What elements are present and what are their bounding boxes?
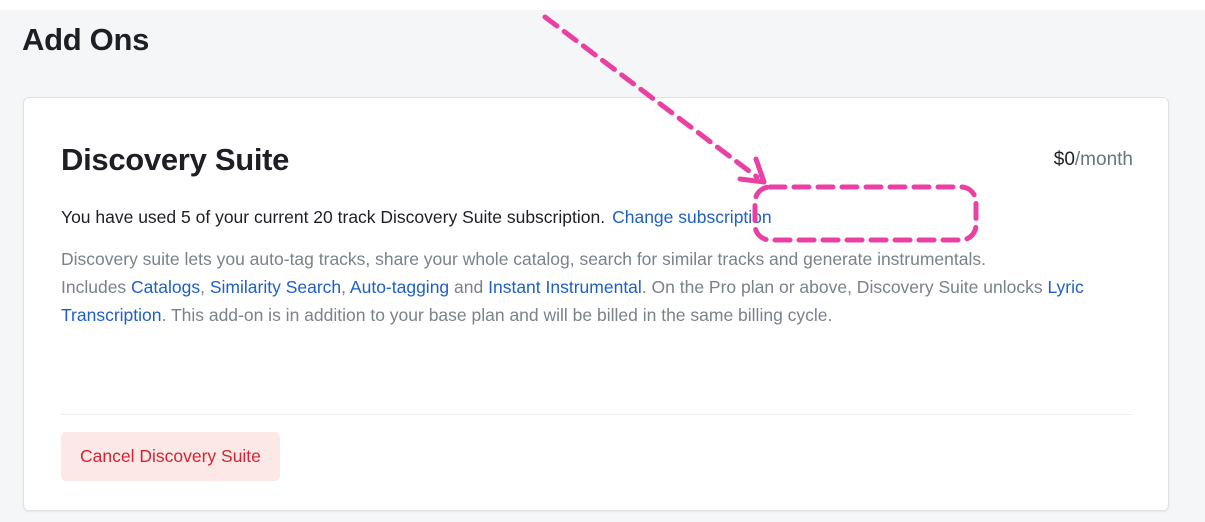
usage-line: You have used 5 of your current 20 track… [61, 205, 772, 229]
instant-instrumental-link[interactable]: Instant Instrumental [488, 277, 642, 297]
change-subscription-link[interactable]: Change subscription [612, 207, 772, 227]
card-divider [61, 414, 1133, 415]
section-title: Add Ons [22, 22, 150, 57]
description-text: Discovery suite lets you auto-tag tracks… [61, 249, 986, 269]
addon-card: Discovery Suite $0/month You have used 5… [23, 97, 1169, 511]
separator-comma: , [200, 277, 210, 297]
addon-description: Discovery suite lets you auto-tag tracks… [61, 245, 1141, 329]
cancel-discovery-suite-button[interactable]: Cancel Discovery Suite [61, 432, 280, 481]
addon-title: Discovery Suite [61, 142, 290, 177]
includes-suffix-text: . This add-on is in addition to your bas… [161, 305, 833, 325]
includes-prefix: Includes [61, 277, 132, 297]
similarity-search-link[interactable]: Similarity Search [210, 277, 341, 297]
separator-and: and [449, 277, 489, 297]
price-amount: $0 [1053, 149, 1075, 170]
auto-tagging-link[interactable]: Auto-tagging [350, 277, 449, 297]
price-period: /month [1074, 149, 1133, 170]
addon-price: $0/month [1054, 147, 1133, 173]
usage-text: You have used 5 of your current 20 track… [61, 207, 606, 227]
includes-middle-text: . On the Pro plan or above, Discovery Su… [641, 277, 1048, 297]
separator-comma: , [341, 277, 350, 297]
catalogs-link[interactable]: Catalogs [131, 277, 200, 297]
